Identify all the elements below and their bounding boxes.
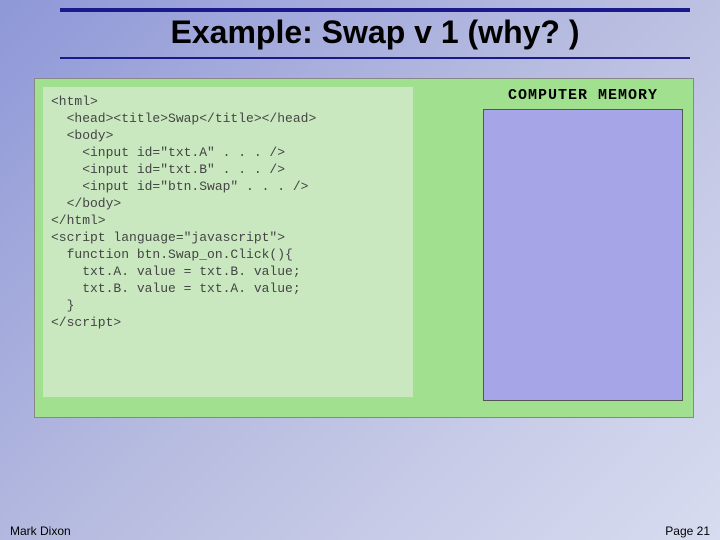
- code-line: </script>: [51, 314, 405, 331]
- memory-label: COMPUTER MEMORY: [483, 87, 683, 104]
- content-panel: <html> <head><title>Swap</title></head> …: [34, 78, 694, 418]
- footer-author: Mark Dixon: [10, 524, 71, 538]
- slide-title: Example: Swap v 1 (why? ): [60, 14, 690, 51]
- code-line: txt.A. value = txt.B. value;: [51, 263, 405, 280]
- footer-page: Page 21: [665, 524, 710, 538]
- code-line: <html>: [51, 93, 405, 110]
- title-bar: Example: Swap v 1 (why? ): [60, 8, 690, 59]
- code-line: function btn.Swap_on.Click(){: [51, 246, 405, 263]
- code-line: }: [51, 297, 405, 314]
- code-box: <html> <head><title>Swap</title></head> …: [43, 87, 413, 397]
- code-line: <input id="txt.A" . . . />: [51, 144, 405, 161]
- memory-box: [483, 109, 683, 401]
- code-line: <body>: [51, 127, 405, 144]
- code-line: </body>: [51, 195, 405, 212]
- code-line: txt.B. value = txt.A. value;: [51, 280, 405, 297]
- code-line: <input id="btn.Swap" . . . />: [51, 178, 405, 195]
- code-line: <head><title>Swap</title></head>: [51, 110, 405, 127]
- code-line: <input id="txt.B" . . . />: [51, 161, 405, 178]
- code-line: <script language="javascript">: [51, 229, 405, 246]
- code-line: </html>: [51, 212, 405, 229]
